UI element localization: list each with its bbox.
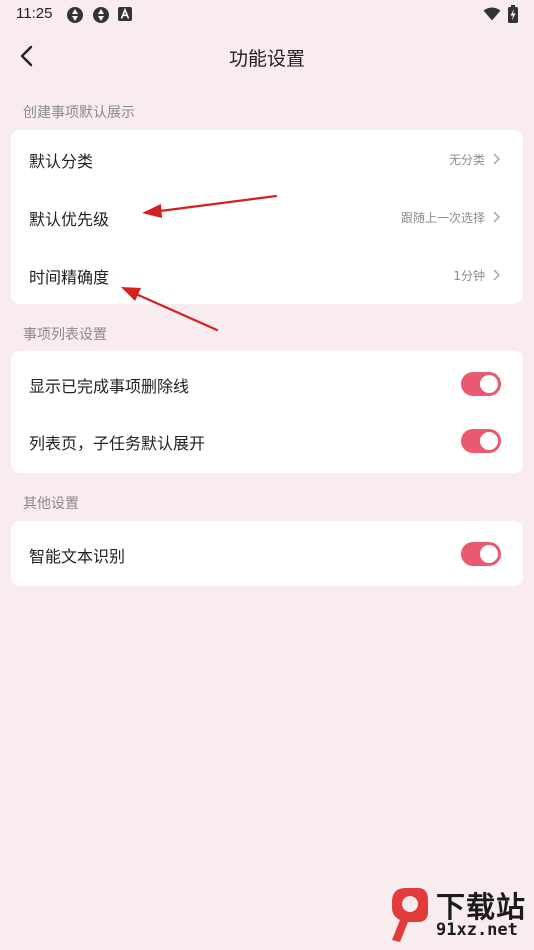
strikethrough-toggle[interactable] <box>461 372 501 396</box>
row-label: 列表页，子任务默认展开 <box>29 434 206 453</box>
section-label-create-defaults: 创建事项默认展示 <box>23 105 135 121</box>
card-list-settings: 显示已完成事项删除线 列表页，子任务默认展开 <box>11 351 523 473</box>
row-default-priority[interactable]: 默认优先级 跟随上一次选择 <box>11 188 523 246</box>
status-bar: 11:25 <box>0 0 534 30</box>
row-value: 跟随上一次选择 <box>400 211 485 225</box>
chevron-right-icon <box>493 211 501 223</box>
chevron-right-icon <box>493 153 501 165</box>
row-time-precision[interactable]: 时间精确度 1分钟 <box>11 246 523 304</box>
toggle-knob <box>480 375 498 393</box>
sync-icon <box>67 7 83 23</box>
row-value: 1分钟 <box>453 269 485 283</box>
row-label: 时间精确度 <box>29 268 110 287</box>
chevron-right-icon <box>493 269 501 281</box>
row-label: 默认分类 <box>29 152 94 171</box>
section-label-other-settings: 其他设置 <box>23 496 79 512</box>
expand-subtasks-toggle[interactable] <box>461 429 501 453</box>
watermark: 下载站 91xz.net <box>388 880 534 950</box>
toggle-knob <box>480 545 498 563</box>
header: 功能设置 <box>0 30 534 82</box>
page-title: 功能设置 <box>228 48 305 70</box>
card-other-settings: 智能文本识别 <box>11 521 523 586</box>
row-strikethrough-completed: 显示已完成事项删除线 <box>11 355 523 413</box>
smart-text-toggle[interactable] <box>461 542 501 566</box>
toggle-knob <box>480 432 498 450</box>
row-label: 默认优先级 <box>29 210 110 229</box>
section-label-list-settings: 事项列表设置 <box>23 327 107 343</box>
row-value: 无分类 <box>448 153 485 167</box>
row-expand-subtasks: 列表页，子任务默认展开 <box>11 412 523 470</box>
sync-icon <box>93 7 109 23</box>
status-time: 11:25 <box>16 5 53 22</box>
card-create-defaults: 默认分类 无分类 默认优先级 跟随上一次选择 时间精确度 1分钟 <box>11 130 523 304</box>
watermark-domain: 91xz.net <box>436 920 518 940</box>
row-label: 智能文本识别 <box>29 547 126 566</box>
watermark-logo-icon <box>392 888 428 942</box>
row-label: 显示已完成事项删除线 <box>29 377 190 396</box>
row-default-category[interactable]: 默认分类 无分类 <box>11 130 523 188</box>
battery-charging-icon <box>508 5 518 23</box>
row-smart-text-recognition: 智能文本识别 <box>11 525 523 583</box>
notification-a-icon <box>118 7 132 21</box>
wifi-icon <box>483 7 501 21</box>
